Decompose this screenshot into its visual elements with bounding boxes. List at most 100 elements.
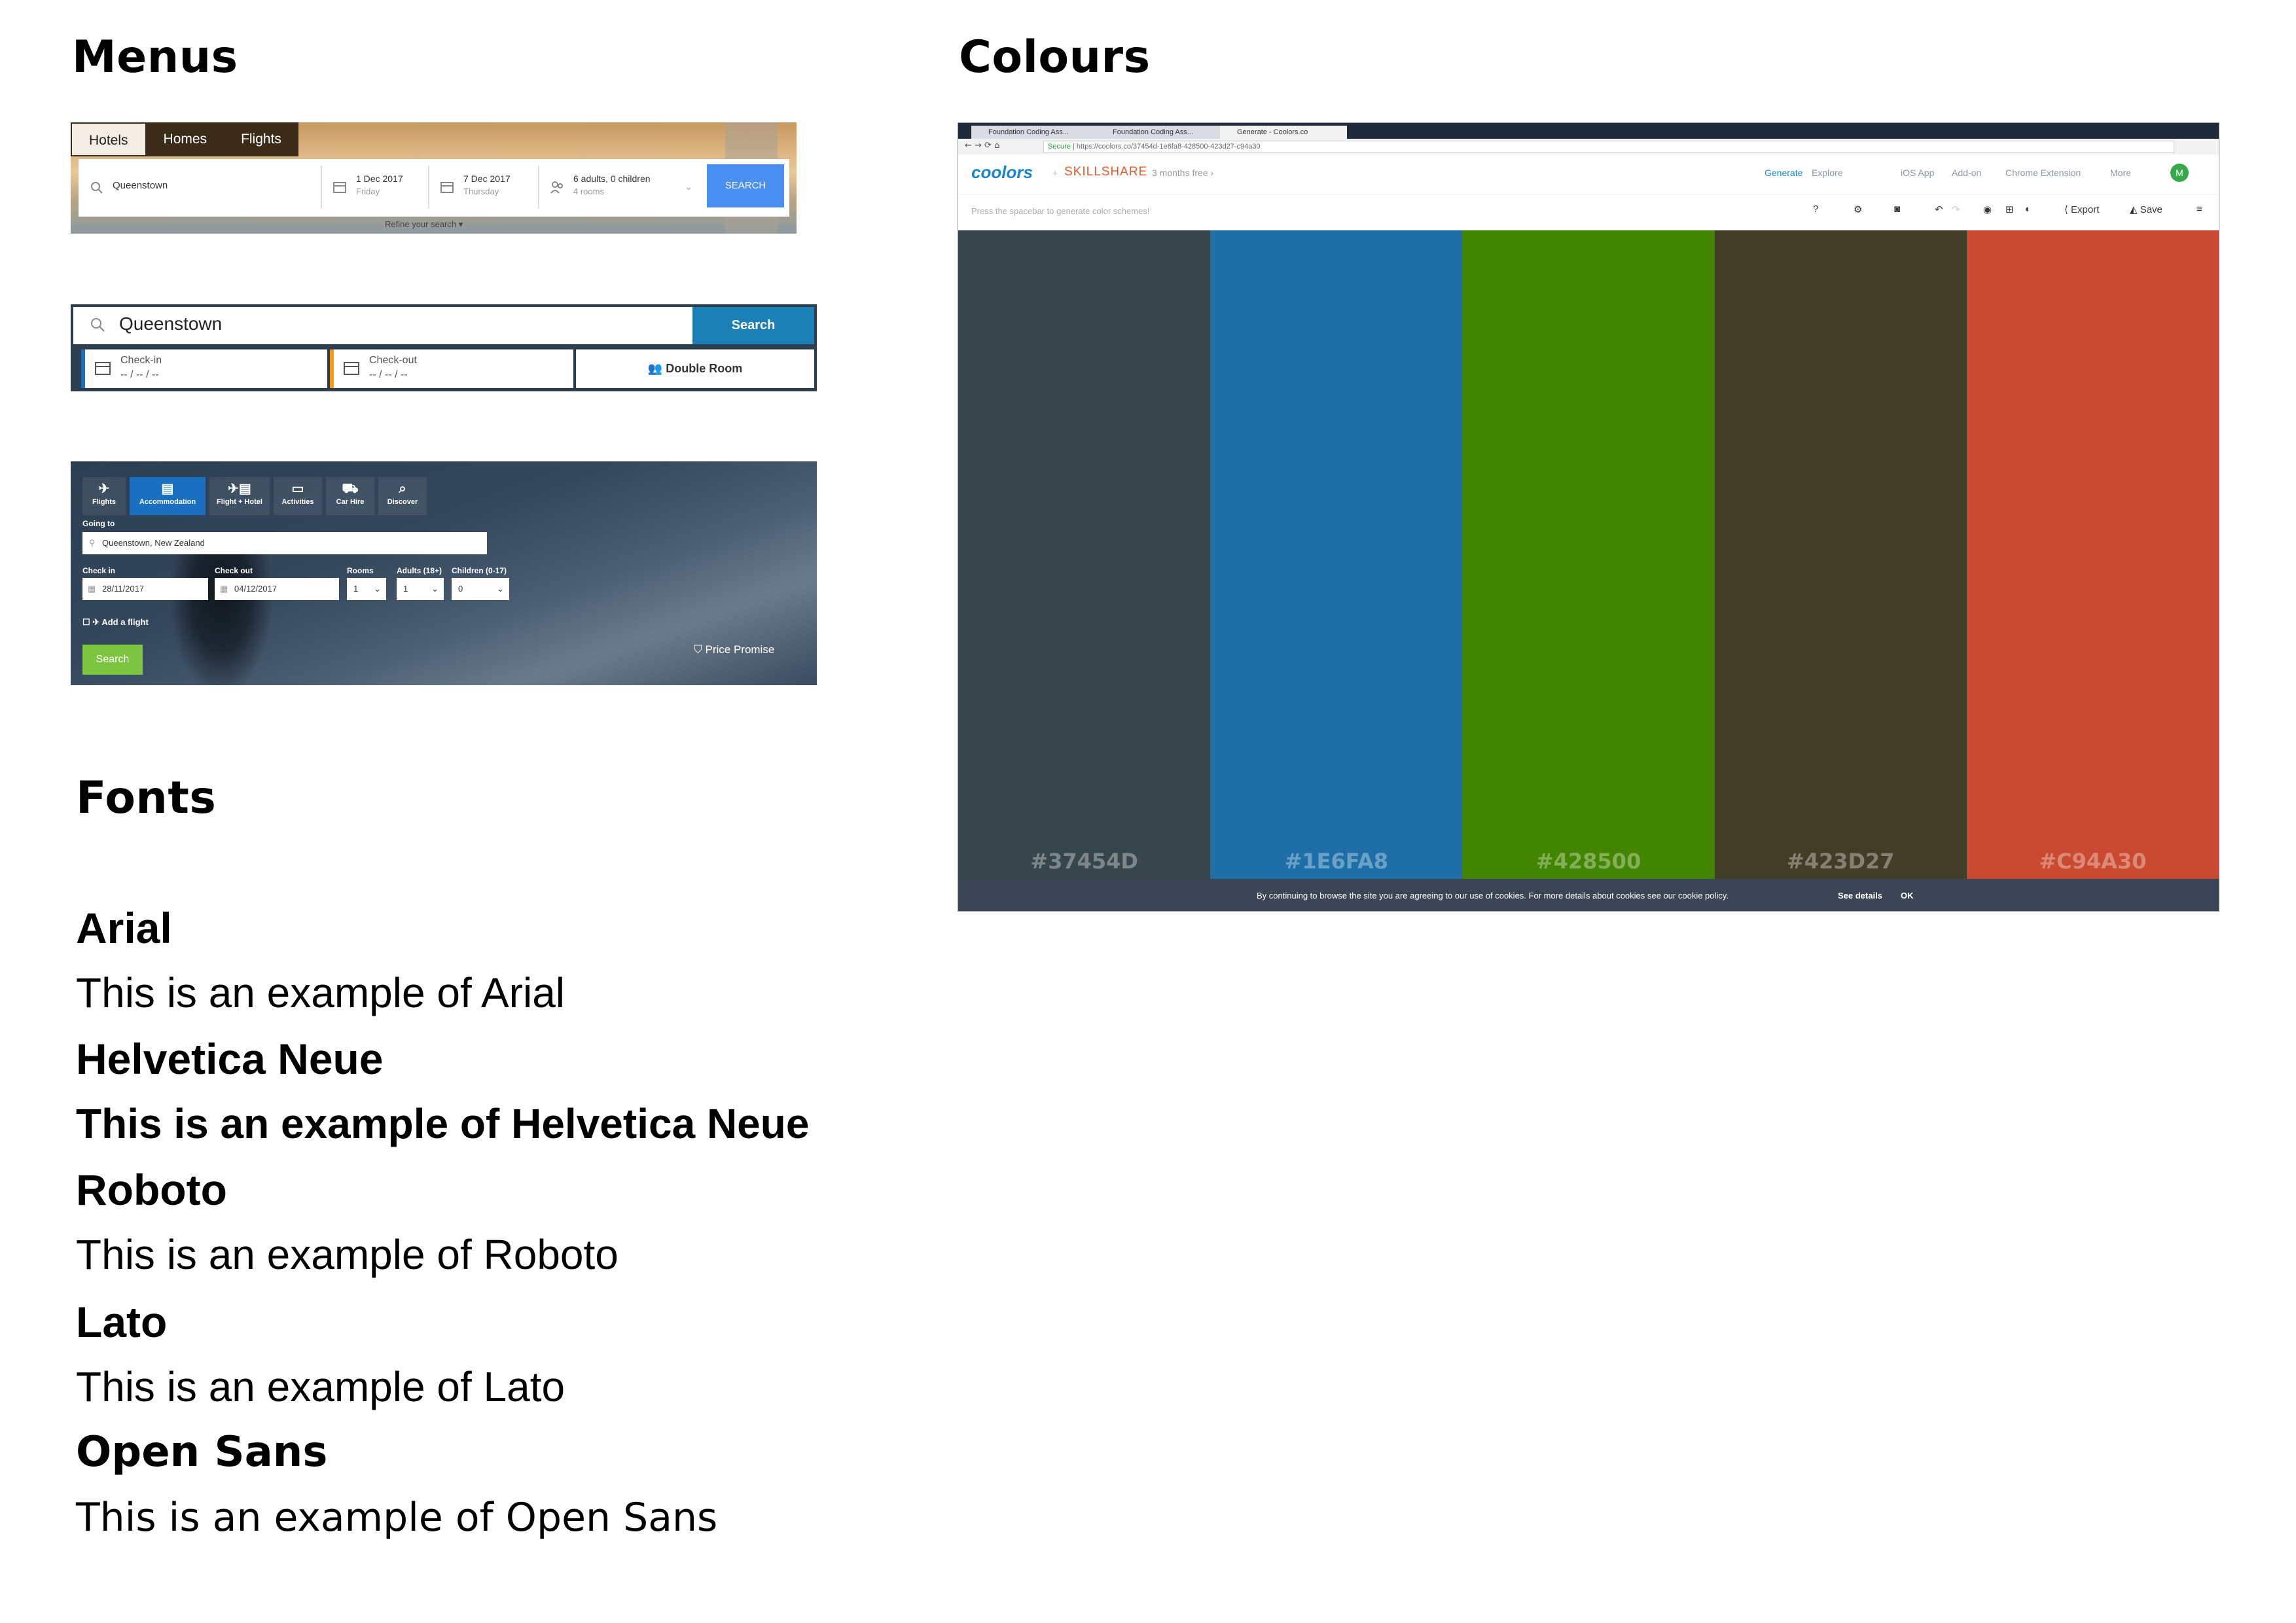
chevron-down-icon: ⌄ bbox=[497, 584, 504, 594]
rooms-select[interactable]: 1 ⌄ bbox=[347, 578, 386, 600]
skillshare-logo[interactable]: SKILLSHARE bbox=[1064, 165, 1147, 179]
search-button[interactable]: Search bbox=[82, 645, 143, 675]
font-sample-roboto: This is an example of Roboto bbox=[76, 1231, 619, 1278]
room-type-field[interactable]: 👥 Double Room bbox=[576, 349, 814, 388]
nav-explore[interactable]: Explore bbox=[1812, 168, 1842, 178]
children-select[interactable]: 0 ⌄ bbox=[452, 578, 509, 600]
people-icon bbox=[550, 181, 563, 194]
checkin-input[interactable]: ▦ 28/11/2017 bbox=[82, 578, 208, 600]
checkin-field[interactable]: Check-in -- / -- / -- bbox=[81, 349, 327, 388]
going-to-value: Queenstown, New Zealand bbox=[102, 538, 205, 548]
search-button[interactable]: SEARCH bbox=[707, 164, 784, 207]
colours-heading: Colours bbox=[959, 31, 1151, 83]
font-sample-helvetica-neue: This is an example of Helvetica Neue bbox=[76, 1100, 810, 1147]
cookie-text: By continuing to browse the site you are… bbox=[1257, 891, 1729, 901]
see-details-link[interactable]: See details bbox=[1838, 879, 1882, 911]
chevron-down-icon: ⌄ bbox=[431, 584, 439, 594]
price-promise-badge: ⛉ Price Promise bbox=[694, 643, 775, 656]
adults-label: Adults (18+) bbox=[397, 566, 442, 575]
chevron-down-icon: ⌄ bbox=[685, 181, 692, 192]
browser-address-bar: ← → ⟳ ⌂ Secure | https://coolors.co/3745… bbox=[958, 139, 2219, 155]
color-swatch[interactable]: #1E6FA8 bbox=[1210, 230, 1463, 887]
undo-icon[interactable]: ↶ bbox=[1935, 204, 1943, 215]
promo-text[interactable]: 3 months free › bbox=[1152, 168, 1213, 178]
tab-flight-hotel[interactable]: ✈▤ Flight + Hotel bbox=[209, 477, 270, 515]
guests-field[interactable]: 6 adults, 0 children 4 rooms ⌄ bbox=[539, 166, 703, 209]
tab-hotels[interactable]: Hotels bbox=[71, 122, 147, 156]
nav-arrows-icon[interactable]: ← → ⟳ ⌂ bbox=[965, 141, 999, 151]
ok-button[interactable]: OK bbox=[1901, 879, 1914, 911]
plane-icon: ✈ bbox=[92, 617, 100, 627]
refine-search-link[interactable]: Refine your search ▾ bbox=[385, 219, 463, 230]
swatch-hex: #423D27 bbox=[1786, 849, 1895, 874]
tab-homes[interactable]: Homes bbox=[146, 122, 224, 156]
tab-discover[interactable]: ⌕ Discover bbox=[378, 477, 427, 515]
checkin-label: Check-in bbox=[120, 355, 162, 366]
going-to-input[interactable]: ⚲ Queenstown, New Zealand bbox=[82, 532, 487, 554]
search-button[interactable]: Search bbox=[692, 307, 814, 344]
going-to-label: Going to bbox=[82, 519, 115, 528]
color-swatch[interactable]: #423D27 bbox=[1714, 230, 1967, 887]
camera-icon[interactable]: ◙ bbox=[1894, 204, 1900, 215]
checkout-label: Check out bbox=[215, 566, 253, 575]
rooms-value: 4 rooms bbox=[573, 187, 604, 196]
checkin-day: Friday bbox=[356, 187, 380, 196]
destination-value: Queenstown bbox=[119, 313, 223, 334]
menu-example-1: Hotels Homes Flights Queenstown 1 Dec 20… bbox=[71, 122, 797, 234]
nav-more[interactable]: More bbox=[2110, 168, 2131, 178]
nav-generate[interactable]: Generate bbox=[1765, 168, 1803, 178]
browser-tab-active[interactable]: Generate - Coolors.co bbox=[1220, 126, 1347, 139]
browser-tab-strip: Foundation Coding Ass... Foundation Codi… bbox=[958, 123, 2219, 139]
font-sample-lato: This is an example of Lato bbox=[76, 1363, 565, 1410]
rooms-label: Rooms bbox=[347, 566, 374, 575]
export-button[interactable]: ⟨ Export bbox=[2064, 204, 2099, 215]
menu-example-2: Queenstown Search Check-in -- / -- / -- … bbox=[71, 304, 817, 391]
url-field[interactable]: Secure | https://coolors.co/37454d-1e6fa… bbox=[1043, 141, 2174, 153]
eye-icon[interactable]: ◉ bbox=[1983, 204, 1992, 215]
color-swatch[interactable]: #C94A30 bbox=[1966, 230, 2219, 887]
checkin-field[interactable]: 1 Dec 2017 Friday bbox=[322, 166, 429, 209]
coolors-screenshot: Foundation Coding Ass... Foundation Codi… bbox=[958, 122, 2219, 912]
checkin-label: Check in bbox=[82, 566, 116, 575]
browser-tab[interactable]: Foundation Coding Ass... bbox=[1096, 126, 1223, 139]
font-name-lato: Lato bbox=[76, 1298, 168, 1346]
nav-chrome-extension[interactable]: Chrome Extension bbox=[2005, 168, 2081, 178]
avatar[interactable]: M bbox=[2170, 164, 2189, 182]
browser-tab[interactable]: Foundation Coding Ass... bbox=[971, 126, 1098, 139]
coolors-logo[interactable]: coolors bbox=[971, 162, 1033, 183]
redo-icon[interactable]: ↷ bbox=[1952, 204, 1960, 215]
save-button[interactable]: ◭ Save bbox=[2130, 204, 2162, 215]
search-icon: ⌕ bbox=[399, 482, 406, 496]
nav-ios-app[interactable]: iOS App bbox=[1901, 168, 1934, 178]
checkout-value: -- / -- / -- bbox=[369, 369, 408, 380]
tab-flights[interactable]: Flights bbox=[224, 122, 298, 156]
search-icon bbox=[91, 318, 105, 332]
font-name-helvetica-neue: Helvetica Neue bbox=[76, 1035, 384, 1083]
font-name-open-sans: Open Sans bbox=[76, 1428, 328, 1476]
building-icon: ▤ bbox=[161, 482, 174, 496]
checkout-input[interactable]: ▦ 04/12/2017 bbox=[215, 578, 339, 600]
tab-accommodation[interactable]: ▤ Accommodation bbox=[130, 477, 206, 515]
color-swatch[interactable]: #428500 bbox=[1462, 230, 1715, 887]
adults-select[interactable]: 1 ⌄ bbox=[397, 578, 444, 600]
tab-activities[interactable]: ▭ Activities bbox=[274, 477, 322, 515]
tab-flights[interactable]: ✈ Flights bbox=[82, 477, 126, 515]
checkout-field[interactable]: 7 Dec 2017 Thursday bbox=[429, 166, 539, 209]
destination-field[interactable]: Queenstown bbox=[79, 166, 322, 209]
car-icon: ⛟ bbox=[342, 482, 359, 496]
checkout-date: 7 Dec 2017 bbox=[463, 173, 511, 184]
menu-icon[interactable]: ≡ bbox=[2197, 204, 2202, 215]
destination-input[interactable]: Queenstown bbox=[73, 307, 692, 344]
grid-icon[interactable]: ⊞ bbox=[2005, 204, 2014, 215]
color-swatch[interactable]: #37454D bbox=[958, 230, 1211, 887]
nav-add-on[interactable]: Add-on bbox=[1952, 168, 1981, 178]
tab-car-hire[interactable]: ⛟ Car Hire bbox=[326, 477, 374, 515]
help-icon[interactable]: ? bbox=[1813, 204, 1818, 215]
checkout-field[interactable]: Check-out -- / -- / -- bbox=[330, 349, 573, 388]
destination-value: Queenstown bbox=[113, 180, 168, 191]
add-flight-checkbox[interactable]: ☐ ✈ Add a flight bbox=[82, 617, 149, 628]
gear-icon[interactable]: ⚙ bbox=[1854, 204, 1862, 215]
swatch-hex: #C94A30 bbox=[2039, 849, 2147, 874]
adjust-icon[interactable]: ◐ bbox=[2025, 204, 2031, 215]
calendar-icon bbox=[333, 182, 346, 193]
